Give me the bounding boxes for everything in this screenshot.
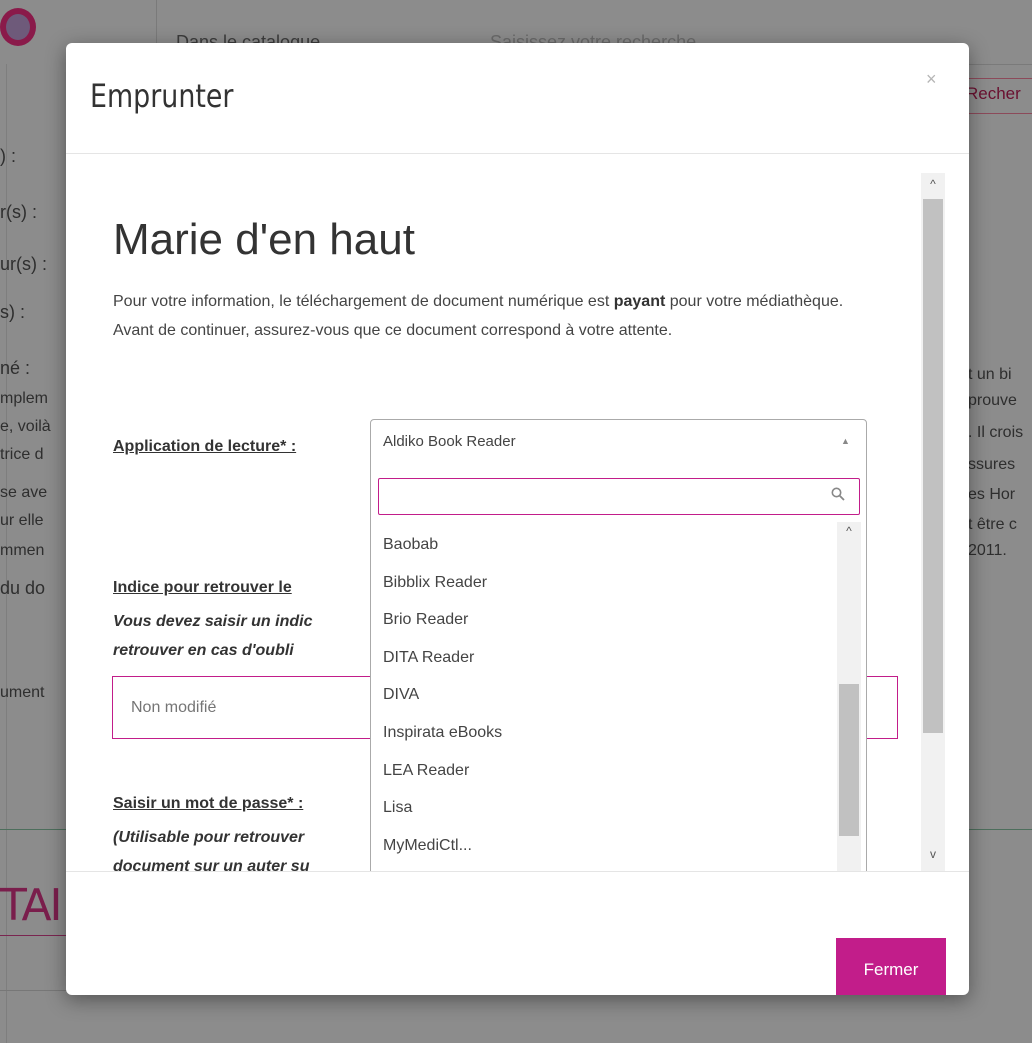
dropdown-option[interactable]: Baobab xyxy=(371,526,837,564)
borrow-modal: Emprunter × Marie d'en haut Pour votre i… xyxy=(66,43,969,995)
info-text-bold: payant xyxy=(613,293,666,310)
info-message: Pour votre information, le téléchargemen… xyxy=(113,287,893,345)
modal-body: Marie d'en haut Pour votre information, … xyxy=(66,155,969,871)
dropdown-option[interactable]: MyMediCtl... xyxy=(371,827,837,865)
info-text-part: Avant de continuer, assurez-vous que ce … xyxy=(113,322,673,339)
close-button[interactable]: Fermer xyxy=(836,938,946,995)
background-left-text: se ave xyxy=(0,484,48,501)
password-label: Saisir un mot de passe* : xyxy=(113,795,304,812)
password-help-line: (Utilisable pour retrouver xyxy=(113,829,305,846)
dropdown-search-input[interactable] xyxy=(378,478,860,515)
info-text-part: pour votre médiathèque. xyxy=(665,293,844,310)
background-left-text: ument xyxy=(0,684,45,701)
chevron-up-icon[interactable]: ^ xyxy=(837,524,861,538)
password-help-line: document sur un auter su xyxy=(113,858,310,871)
background-left-text: mplem xyxy=(0,390,49,407)
background-right-text: 2011. xyxy=(968,542,1007,559)
background-section-heading: TAI xyxy=(0,880,63,931)
modal-footer: Fermer xyxy=(66,871,969,995)
background-left-text: e, voilà xyxy=(0,418,51,435)
modal-body-scrollbar[interactable]: ^ v xyxy=(921,173,945,871)
background-right-text: es Hor xyxy=(968,486,1016,503)
dropdown-scrollbar[interactable]: ^ xyxy=(837,522,861,871)
dropdown-scrollbar-thumb[interactable] xyxy=(839,684,859,836)
background-right-text: t être c xyxy=(968,516,1017,533)
dropdown-option[interactable]: LEA Reader xyxy=(371,752,837,790)
reading-app-selected: Aldiko Book Reader xyxy=(383,433,516,450)
dropdown-option[interactable]: Lisa xyxy=(371,789,837,827)
dropdown-options: Baobab Bibblix Reader Brio Reader DITA R… xyxy=(371,526,837,864)
background-left-text: ) : xyxy=(0,146,16,166)
close-icon[interactable]: × xyxy=(926,69,937,90)
modal-body-scrollbar-thumb[interactable] xyxy=(923,199,943,733)
background-left-text: né : xyxy=(0,358,31,378)
dropdown-option[interactable]: Bibblix Reader xyxy=(371,564,837,602)
background-left-text: trice d xyxy=(0,446,44,463)
instagram-logo-icon xyxy=(0,8,36,46)
background-left-text: du do xyxy=(0,578,46,598)
hint-label: Indice pour retrouver le xyxy=(113,579,292,596)
background-right-text: ssures xyxy=(968,456,1016,473)
background-heading-underline xyxy=(0,935,70,936)
reading-app-dropdown: Baobab Bibblix Reader Brio Reader DITA R… xyxy=(370,462,867,871)
background-left-text: s) : xyxy=(0,302,25,322)
hint-help-text: Vous devez saisir un indic retrouver en … xyxy=(113,613,313,659)
background-right-text: t un bi xyxy=(968,366,1012,383)
dropdown-option[interactable]: Brio Reader xyxy=(371,601,837,639)
background-left-text: r(s) : xyxy=(0,202,37,222)
dropdown-option[interactable]: Inspirata eBooks xyxy=(371,714,837,752)
background-right-text: . Il crois xyxy=(968,424,1024,441)
document-title: Marie d'en haut xyxy=(113,215,415,264)
search-icon xyxy=(831,487,845,506)
background-divider xyxy=(0,990,70,991)
dropdown-option[interactable]: DIVA xyxy=(371,676,837,714)
reading-app-label: Application de lecture* : xyxy=(113,438,297,455)
dropdown-option[interactable]: DITA Reader xyxy=(371,639,837,677)
modal-header: Emprunter × xyxy=(66,43,969,154)
background-left-text: mmen xyxy=(0,542,45,559)
background-search-button-label: Recher xyxy=(966,84,1021,103)
background-left-text: ur(s) : xyxy=(0,254,47,274)
background-left-text: ur elle xyxy=(0,512,44,529)
chevron-up-icon: ▲ xyxy=(841,436,850,446)
reading-app-select[interactable]: Aldiko Book Reader ▲ xyxy=(370,419,867,463)
modal-title: Emprunter xyxy=(90,77,234,115)
background-right-text: prouve xyxy=(968,392,1017,409)
chevron-down-icon[interactable]: v xyxy=(921,847,945,861)
chevron-up-icon[interactable]: ^ xyxy=(921,177,945,191)
info-text-part: Pour votre information, le téléchargemen… xyxy=(113,293,614,310)
